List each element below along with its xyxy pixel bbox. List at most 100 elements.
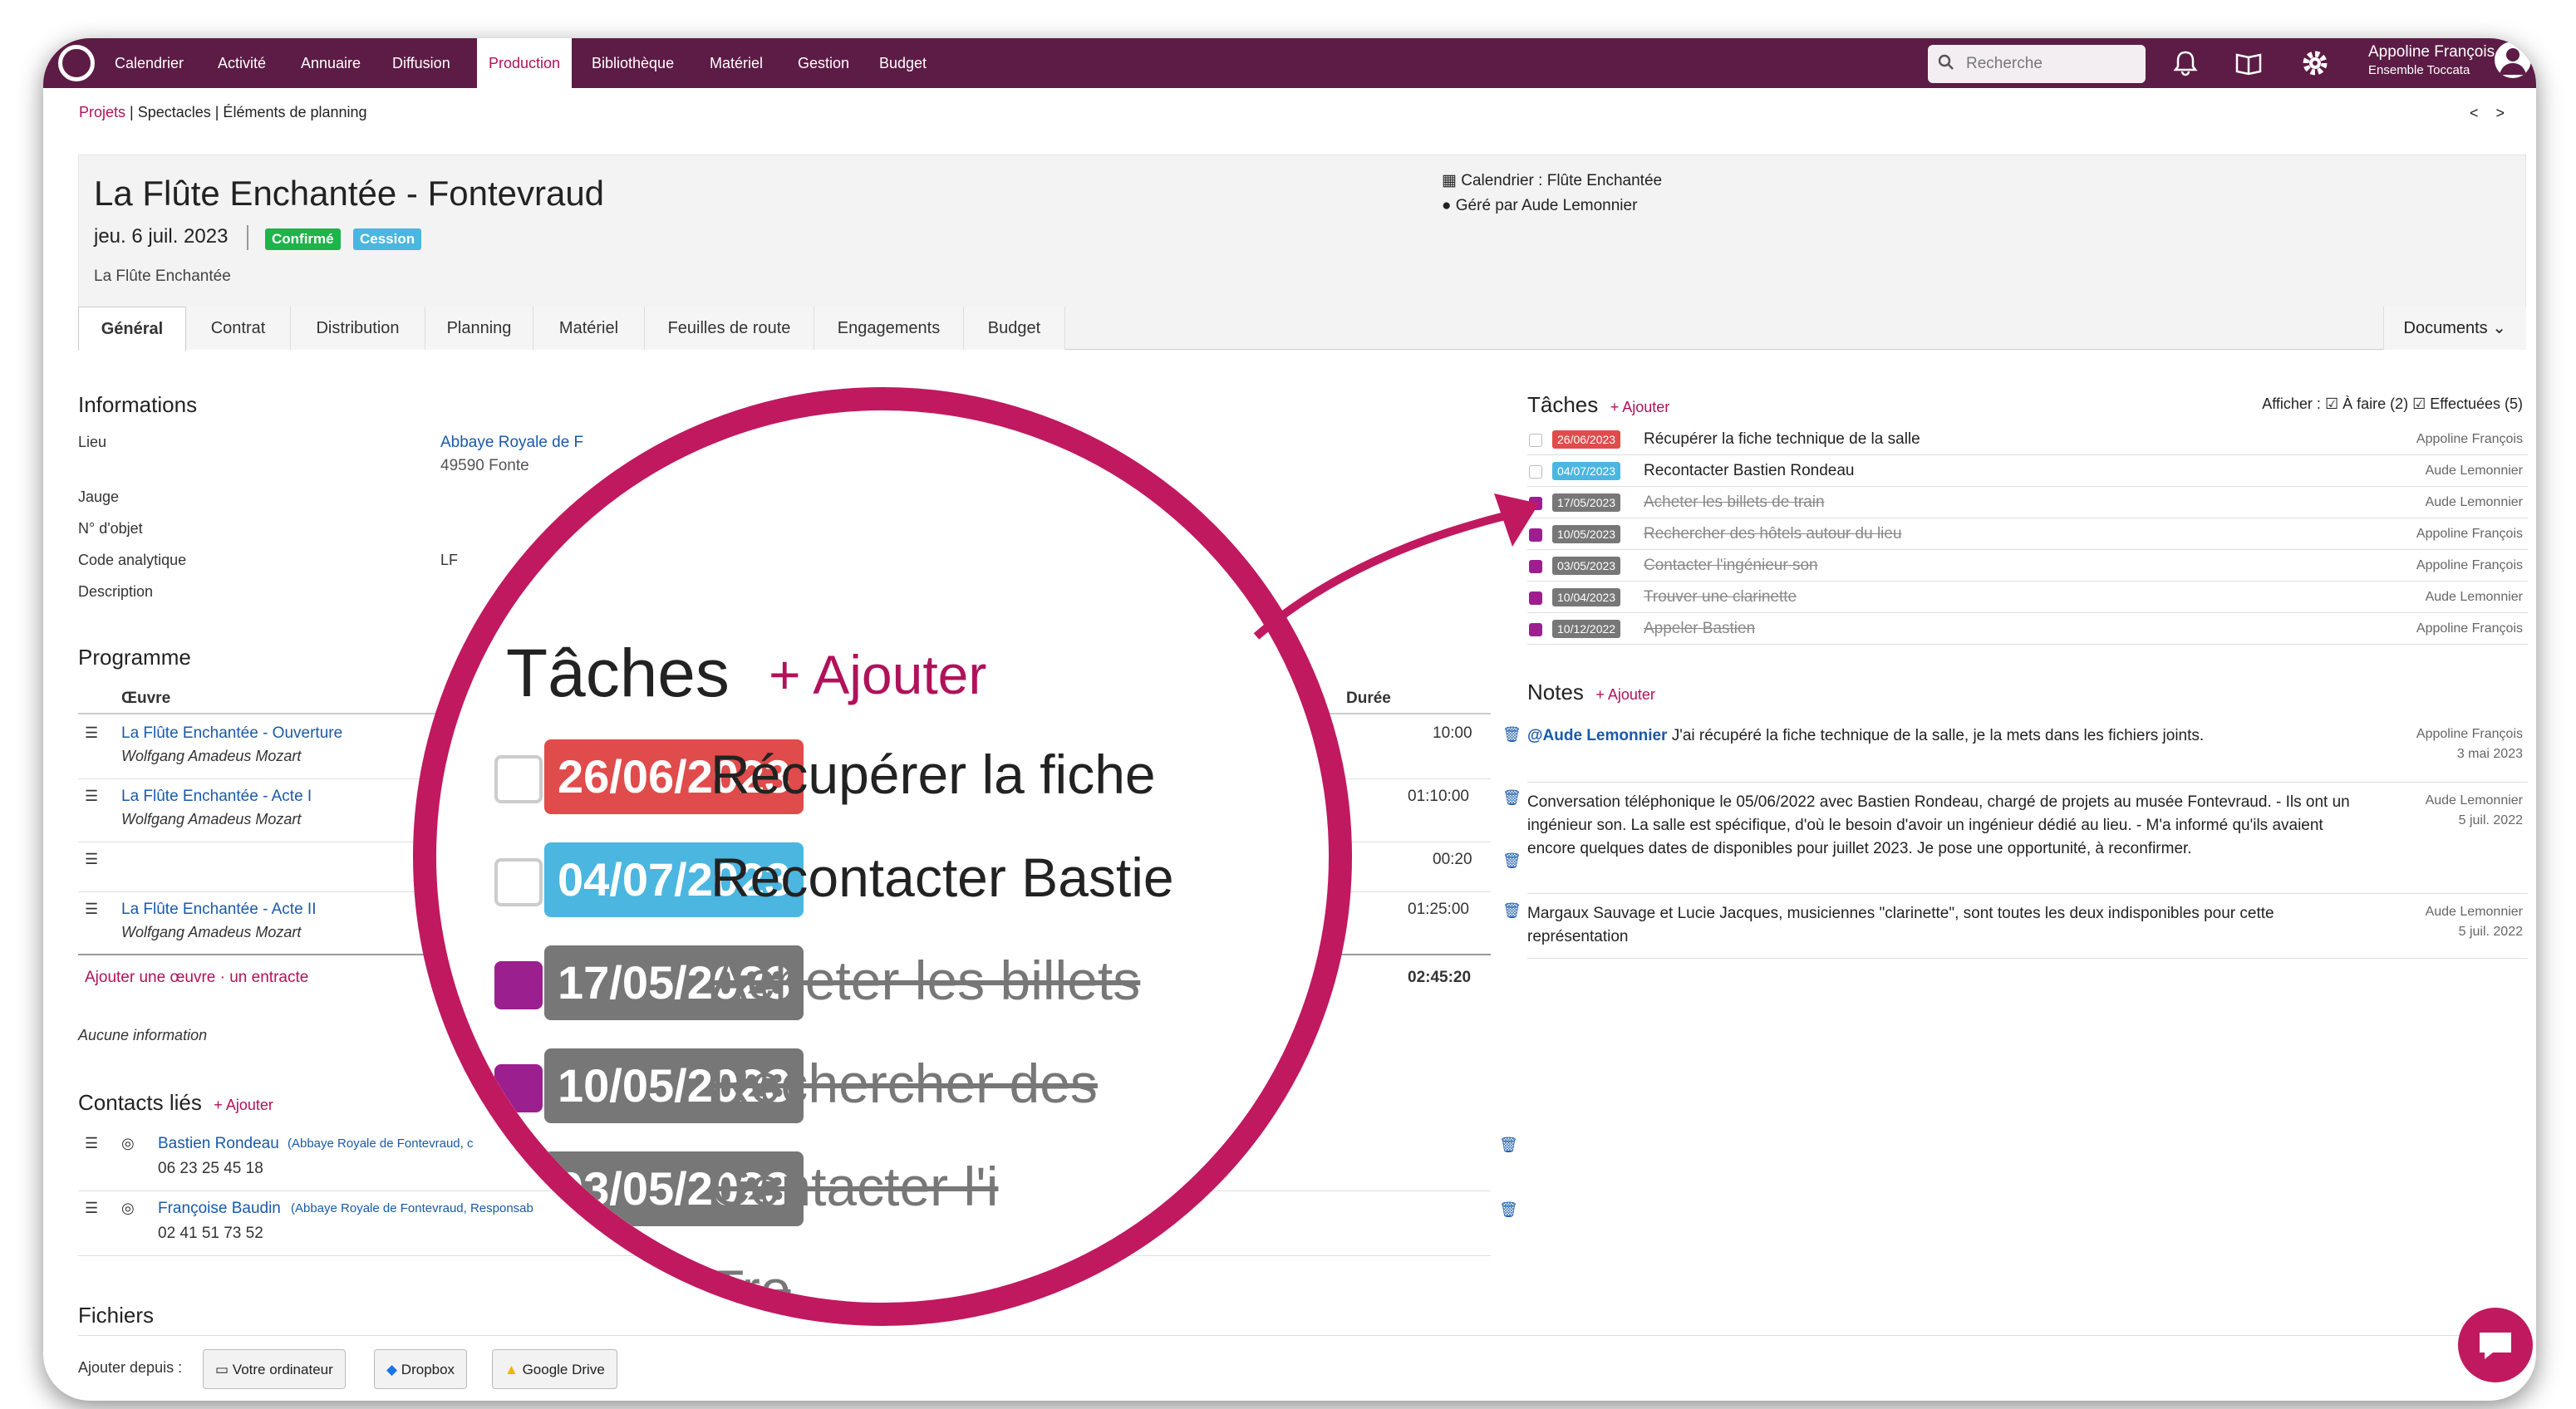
nav-diffusion[interactable]: Diffusion [392, 38, 450, 88]
drag-handle-icon[interactable]: ☰ [85, 788, 98, 805]
user-menu[interactable]: Appoline François Ensemble Toccata [2368, 42, 2495, 77]
trash-icon[interactable]: 🗑 [1499, 1137, 1518, 1154]
drag-handle-icon[interactable]: ☰ [85, 1135, 98, 1152]
work-link[interactable]: La Flûte Enchantée - Acte I [121, 788, 312, 806]
magnifier-task-text: Recontacter Bastie [710, 847, 1174, 908]
drag-handle-icon[interactable]: ☰ [85, 724, 98, 742]
avatar[interactable] [2495, 42, 2531, 78]
magnifier-overlay: Tâches + Ajouter 26/06/2023 Récupérer la … [413, 387, 1352, 1326]
contact-phone: 02 41 51 73 52 [158, 1225, 263, 1242]
task-text[interactable]: Récupérer la fiche technique de la salle [1644, 430, 1920, 449]
task-text[interactable]: Contacter l'ingénieur son [1644, 557, 1818, 575]
tab-budget[interactable]: Budget [964, 307, 1065, 350]
trash-icon[interactable]: 🗑 [1502, 789, 1522, 807]
note-date: 5 juil. 2022 [2458, 925, 2523, 939]
tab-distribution[interactable]: Distribution [291, 307, 425, 350]
nav-gestion[interactable]: Gestion [798, 38, 849, 88]
trash-icon[interactable]: 🗑 [1499, 1201, 1518, 1219]
header-meta: ▦ Calendrier : Flûte Enchantée ● Géré pa… [1442, 169, 1662, 218]
task-assignee: Aude Lemonnier [2425, 495, 2523, 509]
trash-icon[interactable]: 🗑 [1502, 726, 1522, 744]
task-assignee: Aude Lemonnier [2425, 590, 2523, 604]
trash-icon[interactable]: 🗑 [1502, 852, 1522, 870]
drag-handle-icon[interactable]: ☰ [85, 1200, 98, 1217]
task-checkbox[interactable] [1529, 434, 1542, 447]
work-duration: 00:20 [1433, 851, 1472, 868]
upload-dropbox-button[interactable]: ◆ Dropbox [374, 1349, 468, 1389]
add-contact-button[interactable]: + Ajouter [214, 1097, 273, 1113]
tab-engagements[interactable]: Engagements [814, 307, 964, 350]
page-title: La Flûte Enchantée - Fontevraud [94, 174, 605, 213]
filter-todo-checkbox[interactable]: ☑ [2325, 395, 2342, 412]
note-mention[interactable]: @Aude Lemonnier [1527, 727, 1667, 744]
tasks-filter: Afficher : ☑ À faire (2) ☑ Effectuées (5… [2262, 395, 2523, 413]
label-description: Description [78, 583, 154, 600]
documents-dropdown[interactable]: Documents ⌄ [2382, 307, 2526, 350]
breadcrumb-rest: | Spectacles | Éléments de planning [125, 104, 367, 120]
tab-materiel[interactable]: Matériel [533, 307, 645, 350]
breadcrumb-projets[interactable]: Projets [79, 104, 125, 120]
nav-bibliotheque[interactable]: Bibliothèque [592, 38, 674, 88]
logo-icon[interactable] [58, 45, 95, 81]
trash-icon[interactable]: 🗑 [1502, 902, 1522, 920]
magnifier-checkbox [494, 961, 543, 1009]
no-information: Aucune information [78, 1027, 208, 1043]
add-task-button[interactable]: + Ajouter [1610, 399, 1670, 415]
work-link[interactable]: La Flûte Enchantée - Ouverture [121, 724, 342, 743]
eye-slash-icon[interactable]: ◎ [121, 1135, 135, 1152]
work-composer: Wolfgang Amadeus Mozart [121, 924, 302, 940]
nav-materiel[interactable]: Matériel [710, 38, 763, 88]
pager-arrows[interactable]: < > [2470, 105, 2511, 122]
tab-planning[interactable]: Planning [425, 307, 533, 350]
magnifier-checkbox [494, 1167, 543, 1215]
magnifier-checkbox [494, 755, 543, 803]
task-text[interactable]: Rechercher des hôtels autour du lieu [1644, 525, 1902, 543]
add-note-button[interactable]: + Ajouter [1595, 686, 1655, 703]
tasks-section: Tâches + Ajouter Afficher : ☑ À faire (2… [1527, 392, 2528, 645]
magnifier-task-text: Récupérer la fiche [710, 744, 1156, 805]
bell-icon[interactable] [2170, 48, 2200, 78]
magnifier-row: 04/07/2023 Recontacter Bastie [494, 837, 1329, 921]
task-text[interactable]: Recontacter Bastien Rondeau [1644, 462, 1855, 480]
task-date-badge: 26/06/2023 [1552, 430, 1621, 449]
task-text[interactable]: Trouver une clarinette [1644, 588, 1797, 606]
arrow-icon [1253, 493, 1539, 640]
upload-computer-button[interactable]: ▭ Votre ordinateur [203, 1349, 346, 1389]
contact-name[interactable]: Françoise Baudin [158, 1200, 281, 1218]
filter-todo-label: À faire (2) [2342, 395, 2409, 412]
manager-label: Géré par Aude Lemonnier [1455, 197, 1638, 214]
nav-activite[interactable]: Activité [218, 38, 266, 88]
note-date: 5 juil. 2022 [2458, 813, 2523, 827]
task-assignee: Appoline François [2416, 432, 2523, 446]
col-duree: Durée [1346, 690, 1391, 707]
contact-name[interactable]: Bastien Rondeau [158, 1135, 279, 1153]
gear-icon[interactable] [2300, 48, 2330, 78]
nav-budget[interactable]: Budget [879, 38, 927, 88]
nav-production[interactable]: Production [477, 38, 573, 88]
task-date-badge: 10/04/2023 [1552, 588, 1621, 606]
eye-slash-icon[interactable]: ◎ [121, 1200, 135, 1217]
task-text[interactable]: Acheter les billets de train [1644, 493, 1825, 512]
files-from-label: Ajouter depuis : [78, 1359, 183, 1376]
task-text[interactable]: Appeler Bastien [1644, 620, 1755, 638]
nav-calendrier[interactable]: Calendrier [115, 38, 184, 88]
nav-annuaire[interactable]: Annuaire [301, 38, 361, 88]
chat-button[interactable] [2458, 1308, 2533, 1382]
dropbox-icon: ◆ [386, 1362, 401, 1377]
tab-contrat[interactable]: Contrat [186, 307, 291, 350]
chat-bubble-icon [2480, 1333, 2511, 1359]
drag-handle-icon[interactable]: ☰ [85, 901, 98, 918]
book-icon[interactable] [2234, 48, 2264, 78]
search-input[interactable]: Recherche [1928, 45, 2146, 83]
filter-label: Afficher : [2262, 395, 2321, 412]
upload-gdrive-button[interactable]: ▲ Google Drive [492, 1349, 617, 1389]
add-work-link[interactable]: Ajouter une œuvre · un entracte [85, 969, 308, 987]
task-row: 26/06/2023 Récupérer la fiche technique d… [1527, 424, 2528, 455]
documents-label: Documents [2403, 319, 2488, 337]
work-link[interactable]: La Flûte Enchantée - Acte II [121, 901, 316, 919]
lieu-link[interactable]: Abbaye Royale de F [440, 434, 583, 452]
filter-done-checkbox[interactable]: ☑ [2412, 395, 2430, 412]
tab-general[interactable]: Général [78, 307, 186, 351]
drag-handle-icon[interactable]: ☰ [85, 851, 98, 868]
tab-feuilles-de-route[interactable]: Feuilles de route [645, 307, 814, 350]
